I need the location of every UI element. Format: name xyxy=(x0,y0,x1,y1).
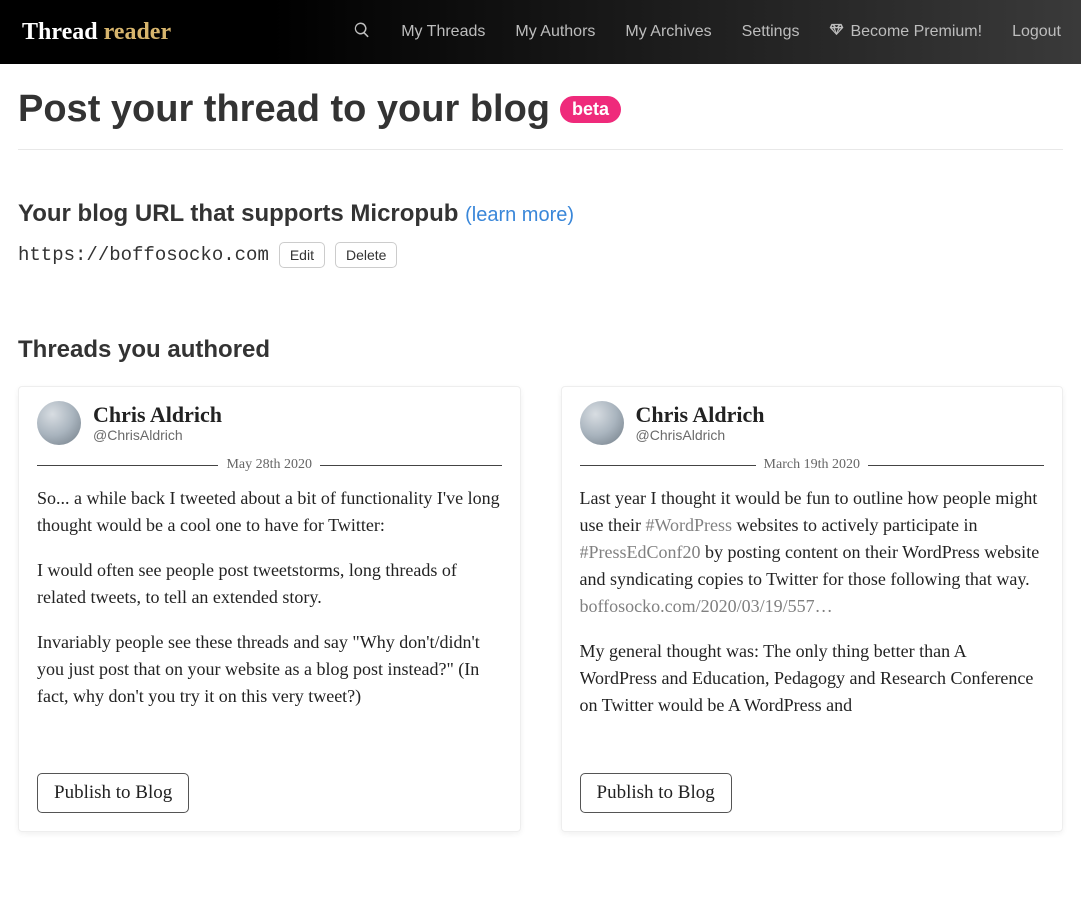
page-title-text: Post your thread to your blog xyxy=(18,88,550,131)
thread-paragraph: Last year I thought it would be fun to o… xyxy=(580,485,1045,620)
fade-mask xyxy=(580,715,1045,755)
thread-paragraph: Invariably people see these threads and … xyxy=(37,629,502,710)
author-handle[interactable]: @ChrisAldrich xyxy=(93,427,222,443)
brand-text-1: Thread xyxy=(22,19,104,45)
thread-body: Last year I thought it would be fun to o… xyxy=(580,485,1045,755)
author-handle[interactable]: @ChrisAldrich xyxy=(636,427,765,443)
search-icon[interactable] xyxy=(353,21,371,44)
thread-card: Chris Aldrich @ChrisAldrich May 28th 202… xyxy=(18,386,521,832)
nav-settings[interactable]: Settings xyxy=(742,23,800,41)
diamond-icon xyxy=(829,22,844,42)
nav-logout[interactable]: Logout xyxy=(1012,23,1061,41)
author-name[interactable]: Chris Aldrich xyxy=(636,403,765,427)
brand-logo[interactable]: Thread reader xyxy=(22,19,171,46)
thread-date-divider: March 19th 2020 xyxy=(580,457,1045,473)
edit-button[interactable]: Edit xyxy=(279,242,325,268)
avatar[interactable] xyxy=(37,401,81,445)
nav-my-threads[interactable]: My Threads xyxy=(401,23,485,41)
top-navbar: Thread reader My Threads My Authors My A… xyxy=(0,0,1081,64)
beta-badge: beta xyxy=(560,96,621,123)
brand-text-2: reader xyxy=(104,19,172,45)
thread-card: Chris Aldrich @ChrisAldrich March 19th 2… xyxy=(561,386,1064,832)
thread-paragraph: So... a while back I tweeted about a bit… xyxy=(37,485,502,539)
hashtag[interactable]: #WordPress xyxy=(645,515,732,535)
blog-url-value: https://boffosocko.com xyxy=(18,244,269,266)
micropub-heading: Your blog URL that supports Micropub (le… xyxy=(18,200,1063,228)
micropub-heading-text: Your blog URL that supports Micropub xyxy=(18,200,465,227)
thread-date: May 28th 2020 xyxy=(218,457,320,473)
thread-header: Chris Aldrich @ChrisAldrich xyxy=(37,401,502,445)
blog-url-row: https://boffosocko.com Edit Delete xyxy=(18,242,1063,268)
avatar[interactable] xyxy=(580,401,624,445)
threads-authored-heading: Threads you authored xyxy=(18,336,1063,364)
page-content: Post your thread to your blog beta Your … xyxy=(0,64,1081,872)
thread-date: March 19th 2020 xyxy=(756,457,868,473)
author-name[interactable]: Chris Aldrich xyxy=(93,403,222,427)
fade-mask xyxy=(37,715,502,755)
nav-become-premium[interactable]: Become Premium! xyxy=(829,22,982,42)
hashtag[interactable]: #PressEdConf20 xyxy=(580,542,701,562)
nav-items: My Threads My Authors My Archives Settin… xyxy=(353,21,1061,44)
thread-text: websites to actively participate in xyxy=(732,515,977,535)
publish-to-blog-button[interactable]: Publish to Blog xyxy=(580,773,732,813)
thread-paragraph: My general thought was: The only thing b… xyxy=(580,638,1045,719)
nav-my-authors[interactable]: My Authors xyxy=(515,23,595,41)
short-link[interactable]: boffosocko.com/2020/03/19/557… xyxy=(580,596,833,616)
delete-button[interactable]: Delete xyxy=(335,242,397,268)
thread-date-divider: May 28th 2020 xyxy=(37,457,502,473)
learn-more-link[interactable]: (learn more) xyxy=(465,204,574,226)
nav-premium-label: Become Premium! xyxy=(850,23,982,41)
thread-header: Chris Aldrich @ChrisAldrich xyxy=(580,401,1045,445)
thread-paragraph: I would often see people post tweetstorm… xyxy=(37,557,502,611)
page-title: Post your thread to your blog beta xyxy=(18,88,1063,150)
publish-to-blog-button[interactable]: Publish to Blog xyxy=(37,773,189,813)
nav-my-archives[interactable]: My Archives xyxy=(625,23,711,41)
thread-body: So... a while back I tweeted about a bit… xyxy=(37,485,502,755)
threads-grid: Chris Aldrich @ChrisAldrich May 28th 202… xyxy=(18,386,1063,832)
